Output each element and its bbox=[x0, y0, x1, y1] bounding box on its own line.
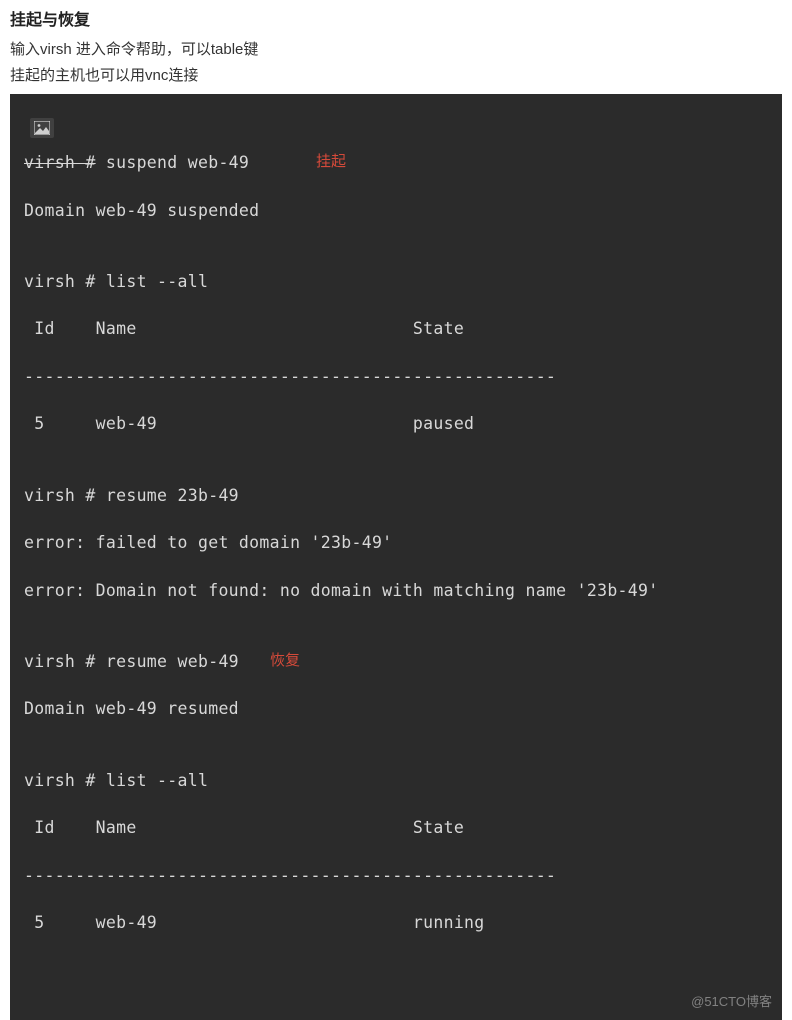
term-line-6: ----------------------------------------… bbox=[24, 365, 772, 389]
watermark: @51CTO博客 bbox=[691, 993, 772, 1012]
description-line-1: 输入virsh 进入命令帮助，可以table键 bbox=[10, 38, 782, 62]
term-line-17: Id Name State bbox=[24, 816, 772, 840]
term-line-7: 5 web-49 paused bbox=[24, 412, 772, 436]
term-line-4: virsh # list --all bbox=[24, 270, 772, 294]
term-line-19: 5 web-49 running bbox=[24, 911, 772, 935]
term-line-13: virsh # resume web-49 恢复 bbox=[24, 650, 772, 674]
annotation-resume: 恢复 bbox=[270, 650, 300, 672]
annotation-suspend: 挂起 bbox=[316, 151, 346, 173]
term-line-9: virsh # resume 23b-49 bbox=[24, 484, 772, 508]
description-line-2: 挂起的主机也可以用vnc连接 bbox=[10, 64, 782, 88]
term-line-1: virsh # suspend web-49 挂起 bbox=[24, 151, 772, 175]
term-cmd-resume: virsh # resume web-49 bbox=[24, 652, 239, 671]
image-icon bbox=[30, 118, 54, 138]
term-prompt-struck: virsh # bbox=[24, 153, 96, 172]
section-heading: 挂起与恢复 bbox=[10, 8, 782, 34]
article-section: 挂起与恢复 输入virsh 进入命令帮助，可以table键 挂起的主机也可以用v… bbox=[0, 0, 792, 1020]
term-line-2: Domain web-49 suspended bbox=[24, 199, 772, 223]
term-line-5: Id Name State bbox=[24, 317, 772, 341]
terminal-screenshot: virsh # suspend web-49 挂起 Domain web-49 s… bbox=[10, 94, 782, 1020]
term-line-16: virsh # list --all bbox=[24, 769, 772, 793]
term-line-18: ----------------------------------------… bbox=[24, 864, 772, 888]
term-line-10: error: failed to get domain '23b-49' bbox=[24, 531, 772, 555]
term-line-14: Domain web-49 resumed bbox=[24, 697, 772, 721]
term-cmd-suspend: suspend web-49 bbox=[96, 153, 250, 172]
